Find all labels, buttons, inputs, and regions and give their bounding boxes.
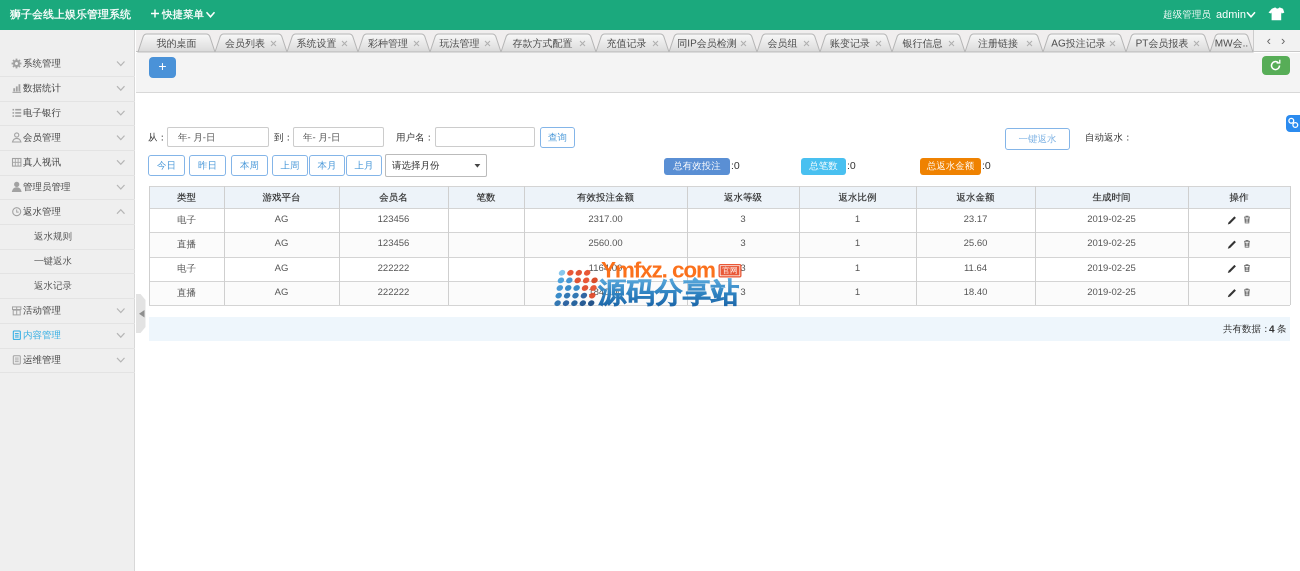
svg-text:IP: IP bbox=[687, 39, 697, 50]
svg-text:-: - bbox=[203, 133, 206, 144]
svg-text:PT: PT bbox=[1136, 39, 1149, 50]
svg-text:MW: MW bbox=[1215, 39, 1233, 50]
svg-text:-: - bbox=[313, 133, 316, 144]
svg-text:..: .. bbox=[1243, 39, 1249, 50]
svg-text:AG: AG bbox=[1051, 39, 1066, 50]
svg-text:-: - bbox=[328, 133, 331, 144]
svg-text:admin: admin bbox=[1216, 9, 1246, 21]
svg-text:-: - bbox=[188, 133, 191, 144]
svg-text:4: 4 bbox=[1269, 324, 1275, 335]
svg-text:Ymfxz. com: Ymfxz. com bbox=[601, 258, 716, 283]
